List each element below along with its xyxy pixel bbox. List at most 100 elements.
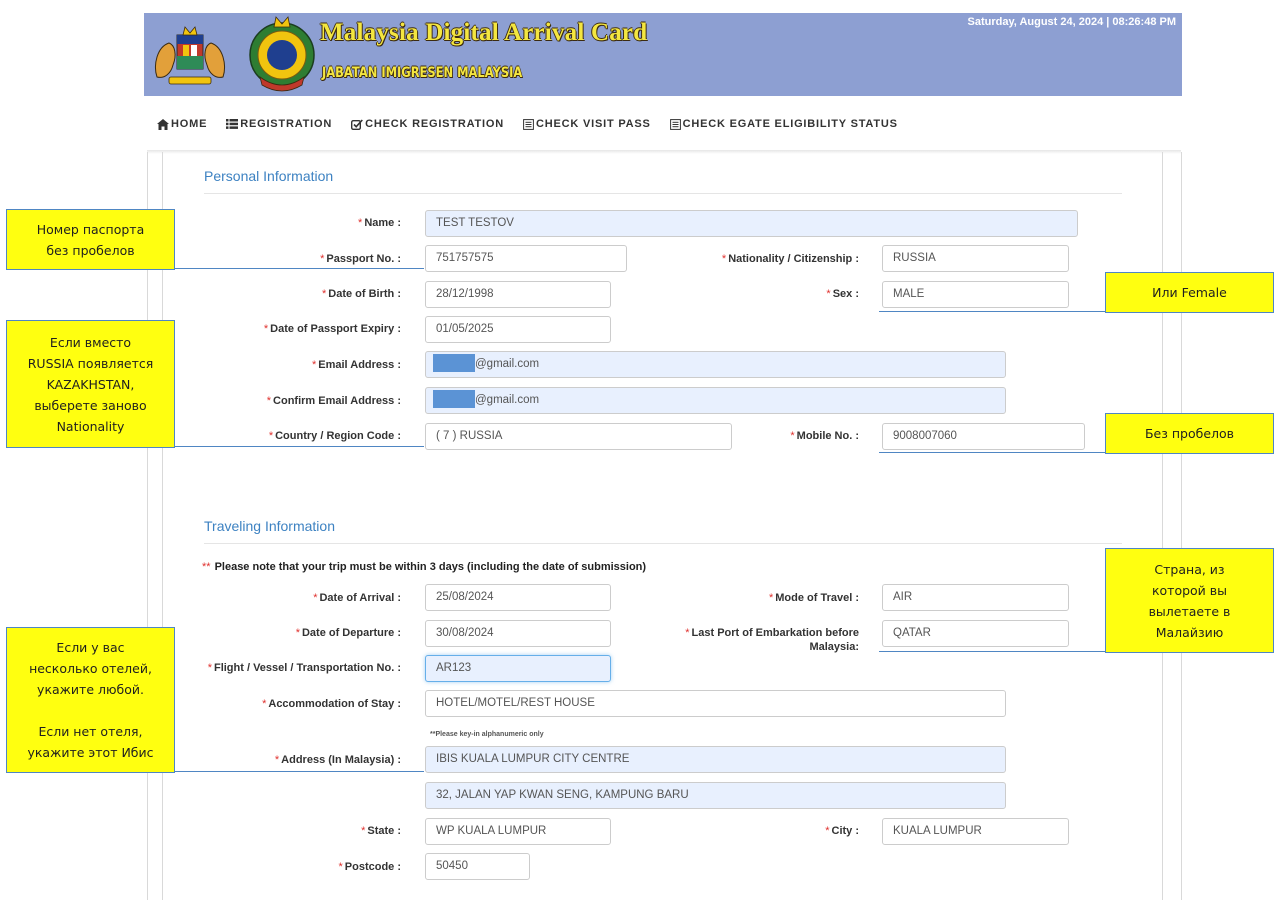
alphanumeric-hint: **Please key-in alphanumeric only <box>430 731 544 738</box>
dob-label-text: Date of Birth : <box>328 288 401 300</box>
confirm-email-label: * Confirm Email Address : <box>267 394 401 408</box>
name-input[interactable]: TEST TESTOV <box>425 210 1078 237</box>
country-code-label-text: Country / Region Code : <box>275 430 401 442</box>
arrival-date-input[interactable]: 25/08/2024 <box>425 584 611 611</box>
callout-line: выберете заново <box>34 397 147 413</box>
mode-of-travel-select[interactable]: AIR <box>882 584 1069 611</box>
sex-label-text: Sex : <box>832 288 859 300</box>
sex-callout-leader <box>879 311 1106 312</box>
nationality-select[interactable]: RUSSIA <box>882 245 1069 272</box>
callout-line: которой вы <box>1151 582 1228 598</box>
dob-input[interactable]: 28/12/1998 <box>425 281 611 308</box>
last-port-callout: Страна, из которой вы вылетаете в Малайз… <box>1105 548 1274 653</box>
nav-check-visit-pass[interactable]: CHECK VISIT PASS <box>523 118 651 130</box>
accommodation-select[interactable]: HOTEL/MOTEL/REST HOUSE <box>425 690 1006 717</box>
required-marker: * <box>268 430 274 442</box>
city-label-text: City : <box>831 825 860 837</box>
callout-line: Малайзию <box>1155 624 1224 640</box>
required-marker: * <box>313 592 318 604</box>
state-select[interactable]: WP KUALA LUMPUR <box>425 818 611 845</box>
flight-number-input[interactable]: AR123 <box>425 655 611 682</box>
accommodation-label-text: Accommodation of Stay : <box>268 698 401 710</box>
address-line2-input[interactable]: 32, JALAN YAP KWAN SENG, KAMPUNG BARU <box>425 782 1006 809</box>
required-marker: * <box>263 323 269 335</box>
required-marker: * <box>825 825 830 837</box>
nationality-label: * Nationality / Citizenship : <box>722 252 859 266</box>
last-port-callout-leader <box>879 651 1106 652</box>
note-marker: ** <box>202 561 211 573</box>
traveling-info-divider <box>204 543 1122 544</box>
last-port-select[interactable]: QATAR <box>882 620 1069 647</box>
email-label-text: Email Address : <box>318 359 401 371</box>
callout-line: Если нет отеля, <box>38 724 143 739</box>
required-marker: * <box>685 627 690 639</box>
current-datetime: Saturday, August 24, 2024 | 08:26:48 PM <box>967 16 1177 28</box>
malaysia-coat-of-arms-icon <box>155 26 225 85</box>
mode-label: * Mode of Travel : <box>769 591 859 605</box>
panel-inner-right <box>1162 152 1163 900</box>
required-marker: * <box>358 217 363 229</box>
passport-expiry-input[interactable]: 01/05/2025 <box>425 316 611 343</box>
sex-select[interactable]: MALE <box>882 281 1069 308</box>
nav-check-egate-label: CHECK EGATE ELIGIBILITY STATUS <box>682 118 898 130</box>
city-select[interactable]: KUALA LUMPUR <box>882 818 1069 845</box>
callout-line: укажите этот Ибис <box>27 745 154 760</box>
nav-check-egate[interactable]: CHECK EGATE ELIGIBILITY STATUS <box>669 118 898 130</box>
passport-label: * Passport No. : <box>320 252 401 266</box>
redaction-mask <box>433 389 475 408</box>
callout-line: Если у вас <box>56 640 125 655</box>
country-code-select[interactable]: ( 7 ) RUSSIA <box>425 423 732 450</box>
callout-line: Номер паспорта <box>36 221 145 237</box>
sex-callout: Или Female <box>1105 272 1274 313</box>
immigration-emblem-icon <box>249 16 315 92</box>
callout-line: Или Female <box>1152 285 1227 300</box>
confirm-email-input[interactable]: @gmail.com <box>425 387 1006 414</box>
callout-line: Если вместо <box>49 334 132 350</box>
callout-line: RUSSIA появляется <box>27 355 154 371</box>
country-code-label: * Country / Region Code : <box>269 429 401 443</box>
dob-label: * Date of Birth : <box>322 287 401 301</box>
mobile-input[interactable]: 9008007060 <box>882 423 1085 450</box>
email-input[interactable]: @gmail.com <box>425 351 1006 378</box>
check-square-icon <box>351 118 364 130</box>
panel-top-edge <box>147 150 1181 154</box>
nav-home[interactable]: HOME <box>157 118 207 130</box>
address-label-text: Address (In Malaysia) : <box>281 754 401 766</box>
confirm-email-label-text: Confirm Email Address : <box>273 395 401 407</box>
header-banner: Malaysia Digital Arrival Card JABATAN IM… <box>144 13 1182 96</box>
nav-check-registration[interactable]: CHECK REGISTRATION <box>351 118 504 130</box>
callout-line: Nationality <box>56 418 125 434</box>
document-icon <box>669 118 681 130</box>
last-port-label-text: Last Port of Embarkation before Malaysia… <box>691 627 859 653</box>
departure-date-input[interactable]: 30/08/2024 <box>425 620 611 647</box>
required-marker: * <box>790 430 795 442</box>
postcode-label: * Postcode : <box>338 860 401 874</box>
required-marker: * <box>361 825 366 837</box>
state-label: * State : <box>361 824 401 838</box>
flight-label-text: Flight / Vessel / Transportation No. : <box>213 662 401 674</box>
trip-window-note-text: Please note that your trip must be withi… <box>214 561 647 573</box>
city-label: * City : <box>825 824 859 838</box>
main-nav: HOME REGISTRATION CHECK REGISTRATION CHE… <box>157 116 917 132</box>
nav-check-registration-label: CHECK REGISTRATION <box>365 118 504 130</box>
required-marker: * <box>338 861 343 873</box>
passport-input[interactable]: 751757575 <box>425 245 627 272</box>
nationality-callout: Если вместо RUSSIA появляется KAZAKHSTAN… <box>6 320 175 448</box>
nav-registration-label: REGISTRATION <box>240 118 333 130</box>
mobile-callout-leader <box>879 452 1106 453</box>
postcode-input[interactable]: 50450 <box>425 853 530 880</box>
nav-registration[interactable]: REGISTRATION <box>226 118 332 130</box>
nationality-label-text: Nationality / Citizenship : <box>728 253 859 265</box>
redaction-mask <box>433 353 475 372</box>
personal-info-title: Personal Information <box>204 168 334 184</box>
callout-line: вылетаете в <box>1148 603 1231 619</box>
page: Malaysia Digital Arrival Card JABATAN IM… <box>0 0 1280 900</box>
required-marker: * <box>721 253 727 265</box>
address-line1-input[interactable]: IBIS KUALA LUMPUR CITY CENTRE <box>425 746 1006 773</box>
callout-line: Без пробелов <box>1144 426 1235 441</box>
passport-callout-leader <box>174 268 424 269</box>
required-marker: * <box>321 288 327 300</box>
passport-expiry-label-text: Date of Passport Expiry : <box>270 323 401 335</box>
required-marker: * <box>320 253 325 265</box>
email-value: @gmail.com <box>475 358 540 370</box>
